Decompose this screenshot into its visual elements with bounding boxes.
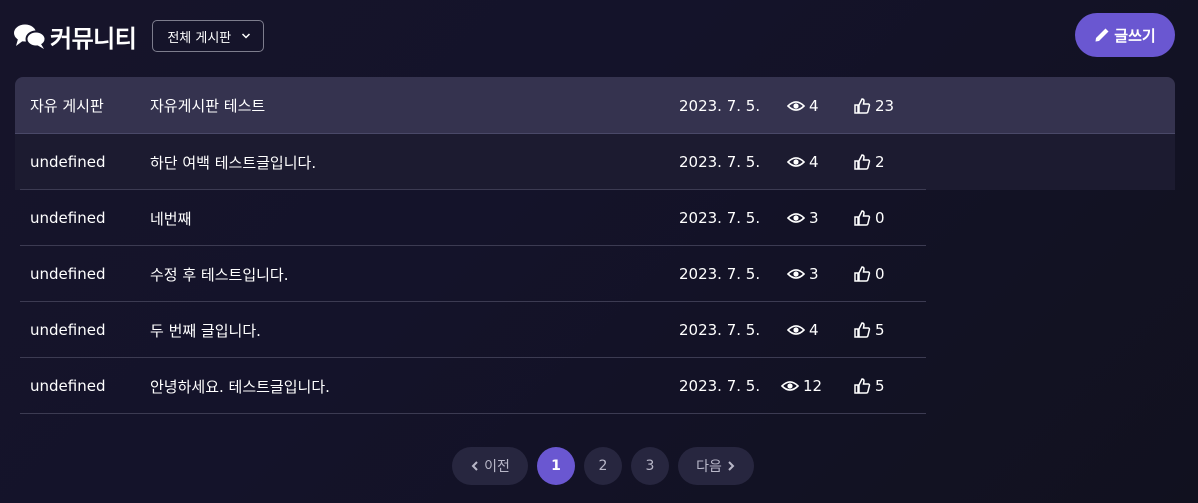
post-likes-count: 0 (875, 209, 885, 227)
post-date: 2023. 7. 5. (679, 377, 761, 395)
eye-icon (787, 213, 805, 223)
page-button-1[interactable]: 1 (537, 447, 575, 485)
post-likes: 5 (853, 321, 885, 339)
board-filter-value: 전체 게시판 (167, 30, 232, 46)
post-date: 2023. 7. 5. (679, 153, 761, 171)
pencil-icon (1095, 28, 1109, 42)
next-page-label: 다음 (696, 459, 722, 475)
post-date: 2023. 7. 5. (679, 209, 761, 227)
page-title: 커뮤니티 (50, 24, 137, 53)
post-views-count: 4 (809, 96, 819, 115)
post-likes: 5 (853, 377, 885, 395)
thumbs-up-icon (854, 97, 871, 114)
eye-icon (787, 157, 805, 167)
post-likes-count: 5 (875, 377, 885, 395)
post-likes-count: 2 (875, 153, 885, 171)
post-views: 4 (787, 153, 819, 171)
write-post-label: 글쓰기 (1114, 26, 1156, 45)
post-row[interactable]: undefined 하단 여백 테스트글입니다. 2023. 7. 5. 4 2 (15, 134, 1175, 190)
eye-icon (787, 269, 805, 279)
post-date: 2023. 7. 5. (679, 96, 761, 115)
eye-icon (781, 381, 799, 391)
post-title[interactable]: 자유게시판 테스트 (150, 95, 265, 116)
post-views-count: 4 (809, 153, 819, 171)
post-board: undefined (30, 265, 106, 283)
post-views: 4 (787, 97, 819, 115)
post-title[interactable]: 두 번째 글입니다. (150, 320, 261, 341)
post-row[interactable]: undefined 수정 후 테스트입니다. 2023. 7. 5. 3 0 (15, 246, 1175, 302)
post-likes-count: 0 (875, 265, 885, 283)
post-date: 2023. 7. 5. (679, 265, 761, 283)
post-board: undefined (30, 153, 106, 171)
post-board: 자유 게시판 (30, 97, 104, 115)
page-button-3[interactable]: 3 (631, 447, 669, 485)
post-views-count: 3 (809, 265, 819, 283)
post-title[interactable]: 네번째 (150, 208, 191, 229)
post-likes-count: 5 (875, 321, 885, 339)
post-board: undefined (30, 377, 106, 395)
post-title[interactable]: 수정 후 테스트입니다. (150, 264, 289, 285)
pagination: 이전 1 2 3 다음 (452, 447, 754, 485)
post-likes: 23 (853, 97, 894, 115)
post-views: 3 (787, 265, 819, 283)
chevron-down-icon (242, 33, 251, 39)
post-date: 2023. 7. 5. (679, 321, 761, 339)
thumbs-up-icon (854, 322, 871, 338)
prev-page-button[interactable]: 이전 (452, 447, 528, 485)
post-views-count: 3 (809, 209, 819, 227)
post-board: undefined (30, 209, 106, 227)
board-filter-dropdown[interactable]: 전체 게시판 (152, 20, 265, 52)
post-title[interactable]: 하단 여백 테스트글입니다. (150, 152, 316, 173)
post-likes: 0 (853, 265, 885, 283)
chat-bubbles-icon (14, 24, 46, 49)
post-row[interactable]: 자유 게시판 자유게시판 테스트 2023. 7. 5. 4 23 (15, 77, 1175, 134)
post-row[interactable]: undefined 두 번째 글입니다. 2023. 7. 5. 4 5 (15, 302, 1175, 358)
post-views: 4 (787, 321, 819, 339)
post-board: undefined (30, 321, 106, 339)
post-views: 12 (781, 377, 822, 395)
eye-icon (787, 325, 805, 335)
post-likes-count: 23 (875, 96, 895, 115)
row-divider (20, 413, 926, 414)
thumbs-up-icon (854, 210, 871, 226)
eye-icon (787, 100, 805, 111)
chevron-right-icon (728, 461, 735, 471)
post-title[interactable]: 안녕하세요. 테스트글입니다. (150, 376, 330, 397)
prev-page-label: 이전 (484, 459, 510, 475)
thumbs-up-icon (854, 154, 871, 170)
post-likes: 0 (853, 209, 885, 227)
write-post-button[interactable]: 글쓰기 (1075, 13, 1175, 57)
chevron-left-icon (471, 461, 478, 471)
post-row[interactable]: undefined 안녕하세요. 테스트글입니다. 2023. 7. 5. 12… (15, 358, 1175, 414)
post-views-count: 12 (803, 377, 823, 395)
page-header: 커뮤니티 전체 게시판 (14, 16, 265, 56)
next-page-button[interactable]: 다음 (678, 447, 754, 485)
page-button-2[interactable]: 2 (584, 447, 622, 485)
post-views: 3 (787, 209, 819, 227)
post-likes: 2 (853, 153, 885, 171)
post-list: 자유 게시판 자유게시판 테스트 2023. 7. 5. 4 23 undefi… (15, 77, 1175, 414)
post-views-count: 4 (809, 321, 819, 339)
thumbs-up-icon (854, 378, 871, 394)
post-row[interactable]: undefined 네번째 2023. 7. 5. 3 0 (15, 190, 1175, 246)
thumbs-up-icon (854, 266, 871, 282)
